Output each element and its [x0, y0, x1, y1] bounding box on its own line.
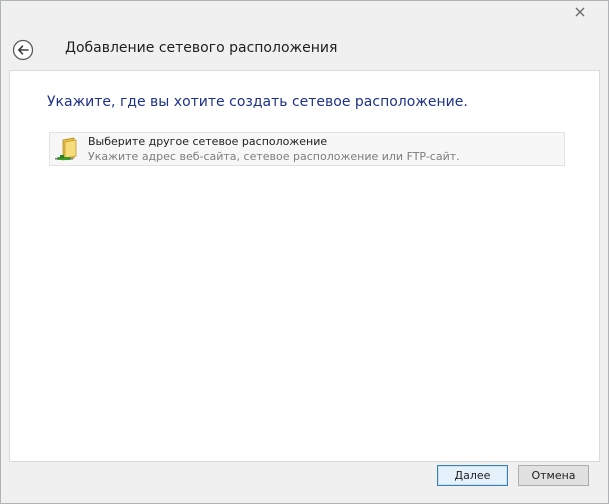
close-icon	[575, 7, 585, 17]
wizard-header: Добавление сетевого расположения	[1, 31, 608, 71]
instruction-heading: Укажите, где вы хотите создать сетевое р…	[47, 94, 468, 110]
close-button[interactable]	[558, 2, 602, 22]
title-bar	[1, 1, 608, 31]
wizard-window: Добавление сетевого расположения Укажите…	[0, 0, 609, 504]
option-description: Укажите адрес веб-сайта, сетевое располо…	[88, 150, 460, 163]
content-panel: Укажите, где вы хотите создать сетевое р…	[9, 70, 600, 462]
option-custom-network-location[interactable]: Выберите другое сетевое расположение Ука…	[49, 132, 565, 166]
wizard-footer: Далее Отмена	[1, 461, 608, 503]
network-folder-icon	[54, 134, 84, 164]
back-arrow-icon	[12, 39, 34, 61]
option-title: Выберите другое сетевое расположение	[88, 135, 328, 148]
wizard-title: Добавление сетевого расположения	[65, 40, 338, 56]
cancel-button[interactable]: Отмена	[518, 465, 589, 486]
back-button[interactable]	[12, 39, 34, 61]
next-button[interactable]: Далее	[437, 465, 508, 486]
